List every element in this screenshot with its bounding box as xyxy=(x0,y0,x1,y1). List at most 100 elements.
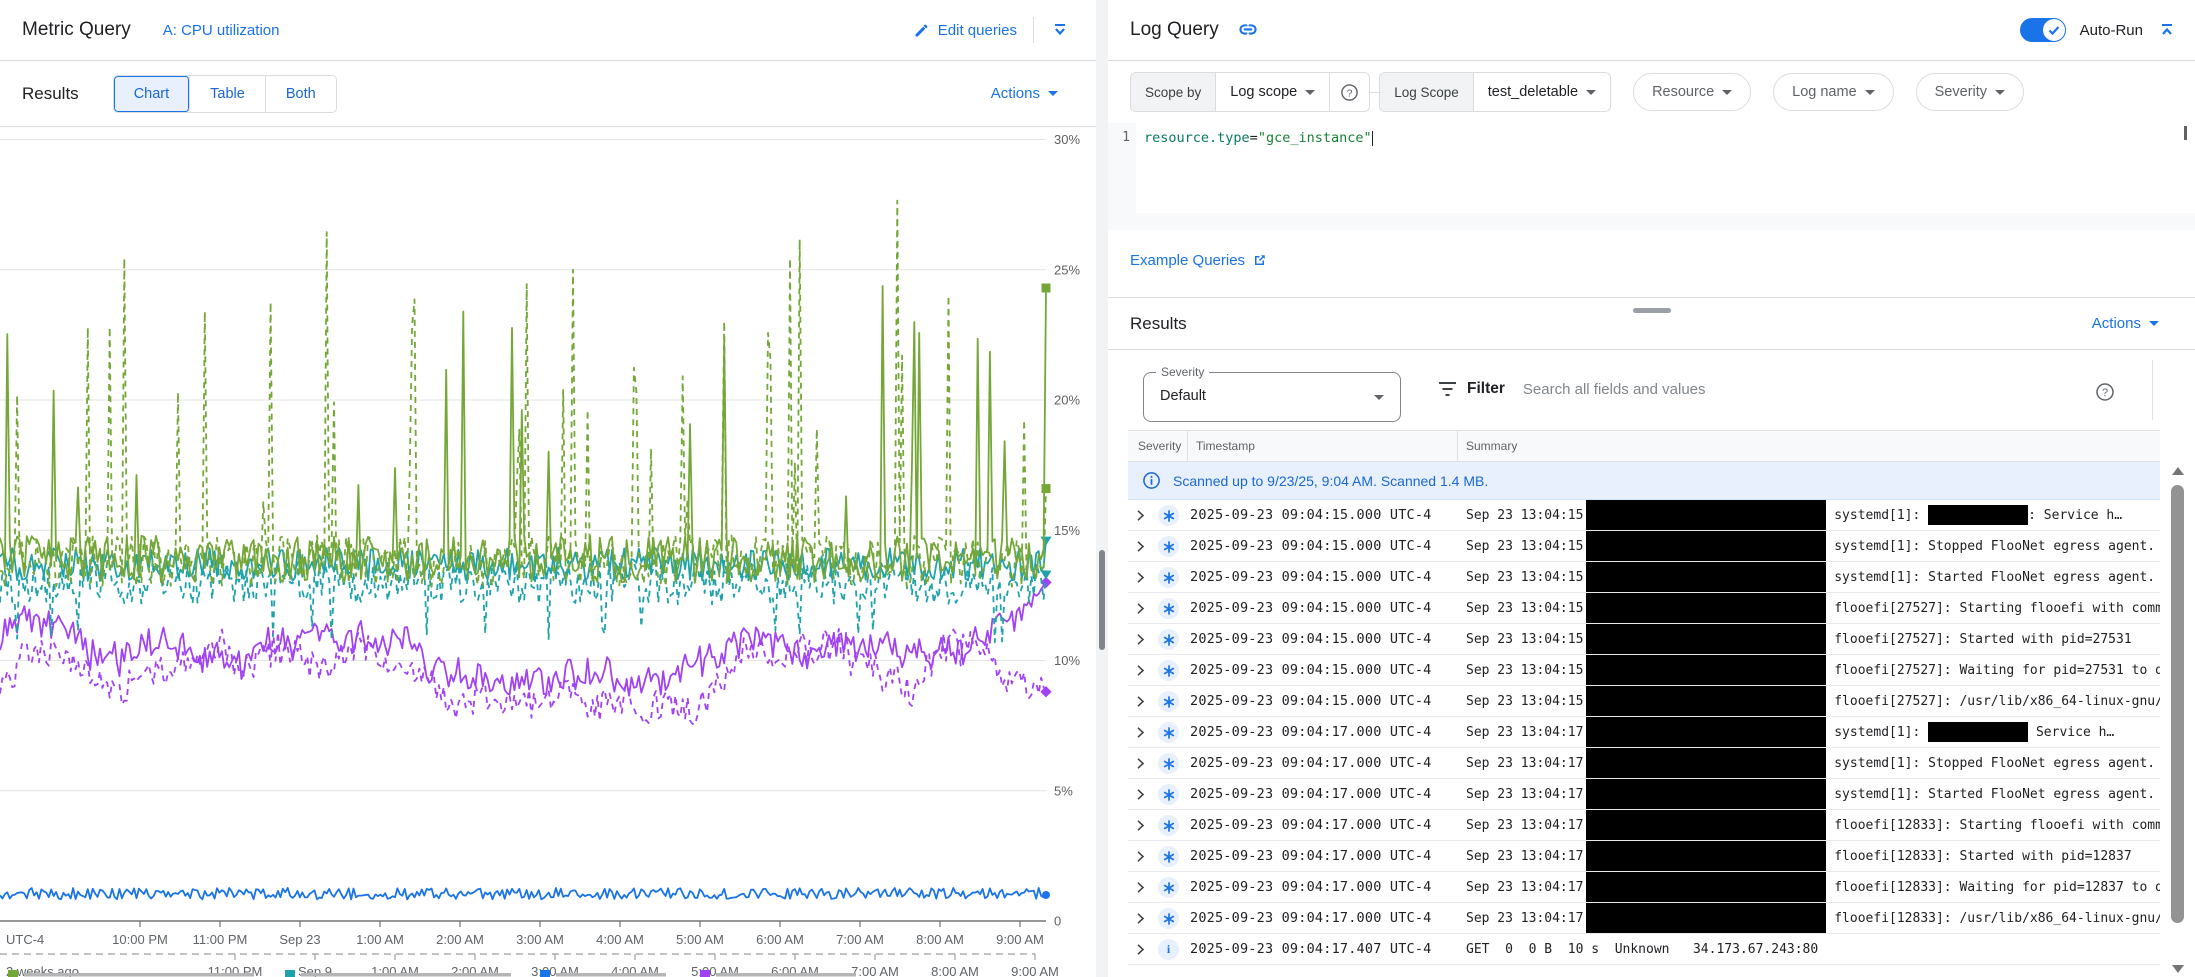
log-message-suffix: : Service h… xyxy=(2028,508,2122,523)
cpu-utilization-chart[interactable]: 30%25%20%15%10%5%010:00 PM11:00 PMSep 23… xyxy=(0,127,1096,977)
log-row[interactable]: 2025-09-23 09:04:15.000 UTC-4Sep 23 13:0… xyxy=(1128,500,2160,531)
redacted-hostname xyxy=(1586,624,1826,655)
expand-chevron-icon[interactable] xyxy=(1132,817,1149,834)
expand-chevron-icon[interactable] xyxy=(1132,910,1149,927)
edit-queries-button[interactable]: Edit queries xyxy=(913,22,1017,39)
resource-filter-pill[interactable]: Resource xyxy=(1633,73,1751,111)
collapse-up-icon[interactable] xyxy=(2157,20,2177,40)
scroll-up-arrow[interactable] xyxy=(2172,467,2184,475)
redacted-hostname xyxy=(1586,686,1826,717)
scope-by-label: Scope by xyxy=(1131,73,1215,111)
expand-chevron-icon[interactable] xyxy=(1132,569,1149,586)
editor-scrollbar[interactable] xyxy=(2184,126,2187,140)
pencil-icon xyxy=(913,22,930,39)
chevron-down-icon xyxy=(2149,321,2159,326)
log-row[interactable]: 2025-09-23 09:04:15.000 UTC-4Sep 23 13:0… xyxy=(1128,655,2160,686)
metric-query-selector[interactable]: A: CPU utilization xyxy=(163,22,280,39)
expand-chevron-icon[interactable] xyxy=(1132,941,1149,958)
log-row[interactable]: 2025-09-23 09:04:17.000 UTC-4Sep 23 13:0… xyxy=(1128,717,2160,748)
redacted-unit-name xyxy=(1928,722,2028,742)
log-name-filter-pill[interactable]: Log name xyxy=(1773,73,1894,111)
syslog-time: Sep 23 13:04:15 xyxy=(1466,539,1583,554)
expand-chevron-icon[interactable] xyxy=(1132,786,1149,803)
svg-text:10:00 PM: 10:00 PM xyxy=(112,932,168,947)
log-row[interactable]: 2025-09-23 09:04:17.000 UTC-4Sep 23 13:0… xyxy=(1128,810,2160,841)
syslog-time: Sep 23 13:04:17 xyxy=(1466,725,1583,740)
svg-text:?: ? xyxy=(2102,387,2108,399)
log-row[interactable]: 2025-09-23 09:04:15.000 UTC-4Sep 23 13:0… xyxy=(1128,624,2160,655)
expand-chevron-icon[interactable] xyxy=(1132,879,1149,896)
expand-chevron-icon[interactable] xyxy=(1132,755,1149,772)
expand-chevron-icon[interactable] xyxy=(1132,693,1149,710)
severity-select[interactable]: Severity Default xyxy=(1143,372,1401,422)
svg-text:5:00 AM: 5:00 AM xyxy=(676,932,724,947)
log-message: flooefi[12833]: Started with pid=12837 xyxy=(1834,849,2131,864)
log-row[interactable]: 2025-09-23 09:04:17.000 UTC-4 Sep 23 13:0… xyxy=(1128,841,2160,872)
expand-chevron-icon[interactable] xyxy=(1132,631,1149,648)
scope-by-group: Scope by Log scope ? xyxy=(1130,72,1370,112)
redacted-hostname xyxy=(1586,903,1826,934)
collapse-panel-icon[interactable] xyxy=(1050,20,1070,40)
scan-status-banner: Scanned up to 9/23/25, 9:04 AM. Scanned … xyxy=(1128,462,2160,500)
log-timestamp: 2025-09-23 09:04:17.000 UTC-4 xyxy=(1190,848,1432,864)
tab-table[interactable]: Table xyxy=(190,76,266,112)
svg-text:UTC-4: UTC-4 xyxy=(6,932,44,947)
filter-help-button[interactable]: ? xyxy=(2095,382,2115,407)
expand-chevron-icon[interactable] xyxy=(1132,538,1149,555)
tab-both[interactable]: Both xyxy=(266,76,336,112)
metric-actions-menu[interactable]: Actions xyxy=(991,85,1058,102)
syslog-time: Sep 23 13:04:15 xyxy=(1466,694,1583,709)
syslog-time: Sep 23 13:04:17 xyxy=(1466,880,1583,895)
redacted-hostname xyxy=(1586,717,1826,748)
open-in-new-icon xyxy=(1252,253,1267,268)
expand-chevron-icon[interactable] xyxy=(1132,848,1149,865)
example-queries-row: Example Queries xyxy=(1108,230,2195,298)
severity-filter-pill[interactable]: Severity xyxy=(1916,73,2024,111)
panel-resize-handle[interactable] xyxy=(1099,550,1105,650)
svg-text:6:00 AM: 6:00 AM xyxy=(756,932,804,947)
log-row[interactable]: 2025-09-23 09:04:17.000 UTC-4Sep 23 13:0… xyxy=(1128,872,2160,903)
divider xyxy=(1033,17,1034,43)
expand-chevron-icon[interactable] xyxy=(1132,724,1149,741)
svg-text:10%: 10% xyxy=(1054,653,1080,668)
tab-chart[interactable]: Chart xyxy=(114,76,190,112)
metric-results-title: Results xyxy=(22,84,79,104)
panel-resize-gutter xyxy=(1096,0,1108,977)
expand-chevron-icon[interactable] xyxy=(1132,600,1149,617)
search-filter-input[interactable]: Filter Search all fields and values xyxy=(1438,380,1706,398)
severity-default-icon xyxy=(1158,598,1179,619)
severity-default-icon xyxy=(1158,784,1179,805)
log-message: systemd[1]: xyxy=(1834,508,1928,523)
log-message: systemd[1]: Started FlooNet egress agent… xyxy=(1834,570,2155,585)
redacted-hostname xyxy=(1586,500,1826,531)
svg-text:3:00 AM: 3:00 AM xyxy=(516,932,564,947)
log-query-editor[interactable]: 1 resource.type="gce_instance" xyxy=(1108,123,2195,230)
expand-chevron-icon[interactable] xyxy=(1132,507,1149,524)
log-scope-dropdown[interactable]: test_deletable xyxy=(1473,73,1610,111)
log-actions-menu[interactable]: Actions xyxy=(2092,315,2159,332)
log-row[interactable]: 2025-09-23 09:04:17.000 UTC-4Sep 23 13:0… xyxy=(1128,779,2160,810)
auto-run-toggle[interactable] xyxy=(2020,18,2066,42)
log-query-header: Log Query Auto-Run xyxy=(1108,0,2195,61)
log-row[interactable]: 2025-09-23 09:04:17.000 UTC-4Sep 23 13:0… xyxy=(1128,748,2160,779)
log-row[interactable]: 2025-09-23 09:04:15.000 UTC-4Sep 23 13:0… xyxy=(1128,593,2160,624)
copy-link-icon[interactable] xyxy=(1237,19,1259,41)
log-row[interactable]: i2025-09-23 09:04:17.407 UTC-4GET 0 0 B … xyxy=(1128,934,2160,965)
chevron-down-icon xyxy=(1865,90,1875,95)
scroll-down-arrow[interactable] xyxy=(2172,965,2184,973)
log-row[interactable]: 2025-09-23 09:04:15.000 UTC-4Sep 23 13:0… xyxy=(1128,686,2160,717)
log-summary: Sep 23 13:04:15 systemd[1]: Started Floo… xyxy=(1466,562,2160,593)
svg-text:9:00 AM: 9:00 AM xyxy=(1011,964,1059,977)
svg-text:11:00 PM: 11:00 PM xyxy=(193,932,248,947)
search-placeholder: Search all fields and values xyxy=(1523,381,1706,398)
scope-by-dropdown[interactable]: Log scope xyxy=(1215,73,1329,111)
svg-text:2:00 AM: 2:00 AM xyxy=(436,932,484,947)
scope-help-button[interactable]: ? xyxy=(1329,73,1369,111)
example-queries-link[interactable]: Example Queries xyxy=(1130,252,1267,269)
log-row[interactable]: 2025-09-23 09:04:17.000 UTC-4Sep 23 13:0… xyxy=(1128,903,2160,934)
expand-chevron-icon[interactable] xyxy=(1132,662,1149,679)
scrollbar-thumb[interactable] xyxy=(2171,485,2184,923)
syslog-time: Sep 23 13:04:17 xyxy=(1466,849,1583,864)
log-row[interactable]: 2025-09-23 09:04:15.000 UTC-4Sep 23 13:0… xyxy=(1128,562,2160,593)
log-row[interactable]: 2025-09-23 09:04:15.000 UTC-4Sep 23 13:0… xyxy=(1128,531,2160,562)
